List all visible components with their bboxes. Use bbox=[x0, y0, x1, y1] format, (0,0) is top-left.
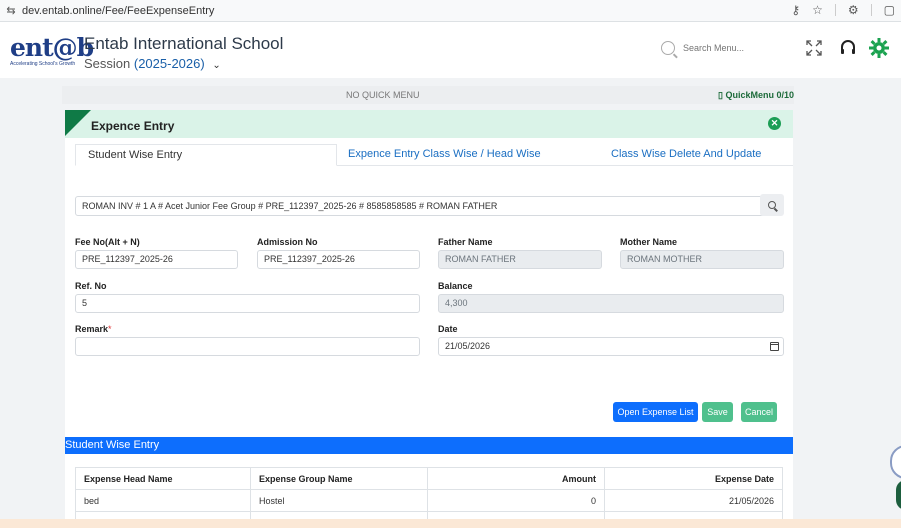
headset-support-icon[interactable] bbox=[838, 38, 858, 58]
session-label: Session bbox=[84, 56, 131, 71]
balance-field: 4,300 bbox=[438, 294, 784, 313]
panel-title: Expence Entry bbox=[91, 119, 175, 133]
no-quick-menu-text: NO QUICK MENU bbox=[346, 90, 420, 100]
mother-name-field: ROMAN MOTHER bbox=[620, 250, 784, 269]
student-wise-entry-header: Student Wise Entry bbox=[65, 437, 793, 454]
col-expense-date[interactable]: Expense Date bbox=[604, 467, 783, 490]
extensions-icon[interactable]: ⚙ bbox=[848, 3, 859, 17]
site-info-icon[interactable]: ⇆ bbox=[4, 4, 18, 18]
father-name-field: ROMAN FATHER bbox=[438, 250, 602, 269]
quick-menu-label: QuickMenu 0/10 bbox=[725, 89, 794, 100]
balance-label: Balance bbox=[438, 281, 473, 291]
entab-logo[interactable]: ent@b Accelerating School's Growth bbox=[10, 33, 94, 70]
panel-header: Expence Entry ✕ bbox=[65, 110, 793, 138]
required-marker: * bbox=[108, 324, 112, 334]
browser-actions: ⚷ ☆ ⚙ ▢ bbox=[791, 3, 895, 17]
ref-no-label: Ref. No bbox=[75, 281, 107, 291]
fee-no-label: Fee No(Alt + N) bbox=[75, 237, 140, 247]
url-text[interactable]: dev.entab.online/Fee/FeeExpenseEntry bbox=[22, 5, 214, 17]
fullscreen-icon[interactable] bbox=[804, 38, 824, 58]
bookmark-icon: ▯ bbox=[718, 89, 723, 100]
logo-at-symbol: @ bbox=[52, 33, 78, 62]
fee-no-input[interactable]: PRE_112397_2025-26 bbox=[75, 250, 238, 269]
expense-entry-panel: Expence Entry ✕ Student Wise Entry Expen… bbox=[65, 110, 793, 528]
remark-label: Remark* bbox=[75, 324, 112, 334]
session-selector[interactable]: Session (2025-2026) ⌄ bbox=[84, 56, 221, 71]
browser-address-bar: ⇆ dev.entab.online/Fee/FeeExpenseEntry ⚷… bbox=[0, 0, 901, 22]
bottom-band bbox=[0, 519, 901, 528]
cell-amount: 0 bbox=[427, 489, 605, 512]
logo-text: ent bbox=[10, 33, 54, 62]
close-icon[interactable]: ✕ bbox=[768, 117, 781, 130]
bookmark-star-icon[interactable]: ☆ bbox=[812, 3, 823, 17]
cell-expense-group: Hostel bbox=[250, 489, 428, 512]
admission-no-label: Admission No bbox=[257, 237, 318, 247]
open-expense-list-button[interactable]: Open Expense List bbox=[613, 402, 698, 422]
mother-name-label: Mother Name bbox=[620, 237, 678, 247]
divider bbox=[870, 4, 872, 16]
chevron-down-icon: ⌄ bbox=[212, 60, 221, 71]
chat-launcher-icon[interactable] bbox=[896, 480, 901, 510]
gear-icon[interactable] bbox=[868, 37, 890, 59]
reading-mode-icon[interactable]: ▢ bbox=[884, 3, 895, 17]
menu-search-input[interactable] bbox=[683, 43, 783, 53]
quick-menu-bar: NO QUICK MENU ▯ QuickMenu 0/10 bbox=[62, 86, 794, 104]
chat-widget-icon[interactable] bbox=[890, 445, 901, 479]
menu-search-box[interactable] bbox=[655, 36, 787, 60]
cell-expense-head: bed bbox=[75, 489, 251, 512]
tab-class-wise-delete-update[interactable]: Class Wise Delete And Update bbox=[611, 144, 761, 166]
table-header-row: Expense Head Name Expense Group Name Amo… bbox=[75, 467, 783, 490]
app-header: ent@b Accelerating School's Growth Entab… bbox=[0, 22, 901, 78]
quick-menu-link[interactable]: ▯ QuickMenu 0/10 bbox=[718, 90, 794, 101]
logo-tagline: Accelerating School's Growth bbox=[10, 61, 76, 67]
remark-input[interactable] bbox=[75, 337, 420, 356]
cell-expense-date: 21/05/2026 bbox=[604, 489, 783, 512]
divider bbox=[834, 4, 836, 16]
col-expense-head-name[interactable]: Expense Head Name bbox=[75, 467, 251, 490]
tab-class-wise-head-wise[interactable]: Expence Entry Class Wise / Head Wise bbox=[348, 144, 541, 166]
school-name: Entab International School bbox=[84, 34, 284, 53]
date-label: Date bbox=[438, 324, 458, 334]
panel-corner-decoration bbox=[65, 110, 91, 136]
remark-label-text: Remark bbox=[75, 324, 109, 334]
calendar-icon[interactable] bbox=[770, 342, 779, 351]
student-search-input[interactable]: ROMAN INV # 1 A # Acet Junior Fee Group … bbox=[75, 196, 783, 216]
password-key-icon[interactable]: ⚷ bbox=[791, 3, 800, 17]
ref-no-input[interactable]: 5 bbox=[75, 294, 420, 313]
save-button[interactable]: Save bbox=[702, 402, 733, 422]
tab-student-wise-entry[interactable]: Student Wise Entry bbox=[75, 144, 337, 166]
date-input[interactable]: 21/05/2026 bbox=[438, 337, 784, 356]
search-icon bbox=[661, 41, 675, 55]
search-icon bbox=[768, 201, 776, 209]
father-name-label: Father Name bbox=[438, 237, 493, 247]
cancel-button[interactable]: Cancel bbox=[741, 402, 777, 422]
col-amount[interactable]: Amount bbox=[427, 467, 605, 490]
session-value: (2025-2026) bbox=[133, 56, 205, 71]
admission-no-input[interactable]: PRE_112397_2025-26 bbox=[257, 250, 420, 269]
date-value: 21/05/2026 bbox=[445, 341, 491, 351]
entry-tabs: Student Wise Entry Expence Entry Class W… bbox=[75, 144, 793, 166]
col-expense-group-name[interactable]: Expense Group Name bbox=[250, 467, 428, 490]
table-row[interactable]: bed Hostel 0 21/05/2026 bbox=[75, 489, 783, 512]
student-search-button[interactable] bbox=[760, 194, 784, 216]
